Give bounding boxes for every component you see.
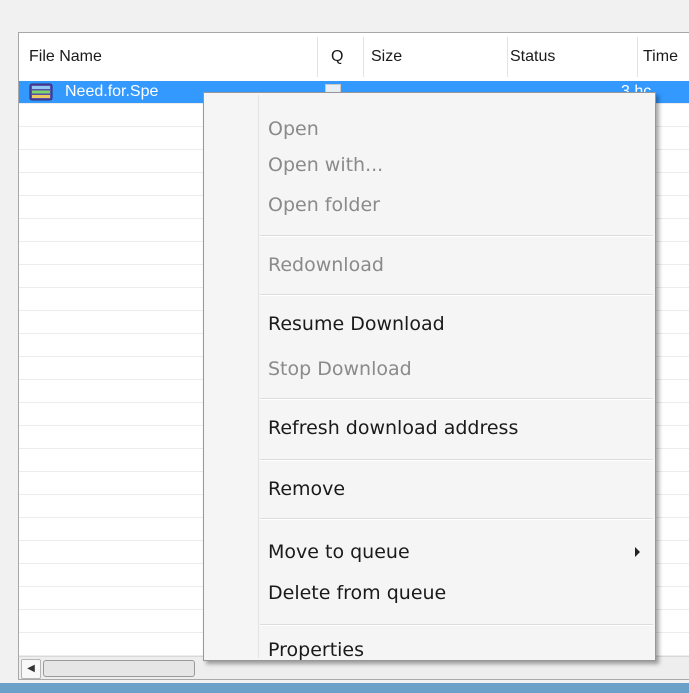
menu-item-redownload[interactable]: Redownload (268, 252, 384, 278)
menu-item-resume-download[interactable]: Resume Download (268, 311, 445, 337)
column-divider[interactable] (317, 37, 318, 77)
menu-icon-gutter (258, 95, 259, 658)
menu-item-open[interactable]: Open (268, 116, 319, 142)
menu-item-stop-download[interactable]: Stop Download (268, 356, 412, 382)
column-header-status[interactable]: Status (510, 33, 610, 81)
menu-separator (260, 518, 653, 520)
menu-separator (260, 398, 653, 400)
menu-separator (260, 459, 653, 461)
submenu-arrow-icon (635, 547, 640, 557)
column-divider[interactable] (507, 37, 508, 77)
menu-separator (260, 624, 653, 626)
column-header-file-name[interactable]: File Name (29, 33, 309, 81)
archive-file-icon (29, 83, 53, 101)
menu-item-delete-from-queue[interactable]: Delete from queue (268, 580, 446, 606)
scrollbar-thumb[interactable] (43, 660, 195, 677)
column-header-q[interactable]: Q (331, 33, 361, 81)
column-header-time[interactable]: Time (643, 33, 689, 81)
taskbar-edge (0, 683, 689, 693)
column-divider[interactable] (363, 37, 364, 77)
menu-separator (260, 294, 653, 296)
column-divider[interactable] (637, 37, 638, 77)
column-header-size[interactable]: Size (371, 33, 501, 81)
menu-item-open-with[interactable]: Open with... (268, 152, 383, 178)
menu-item-properties[interactable]: Properties (268, 637, 364, 663)
menu-item-remove[interactable]: Remove (268, 476, 345, 502)
file-name-cell: Need.for.Spe (65, 83, 159, 100)
menu-item-refresh-download-address[interactable]: Refresh download address (268, 415, 518, 441)
list-header: File Name Q Size Status Time (19, 33, 689, 82)
context-menu: Open Open with... Open folder Redownload… (203, 92, 656, 661)
menu-separator (260, 235, 653, 237)
menu-item-move-to-queue[interactable]: Move to queue (268, 539, 410, 565)
scroll-left-arrow-icon[interactable]: ◀ (21, 659, 41, 679)
menu-item-open-folder[interactable]: Open folder (268, 192, 380, 218)
